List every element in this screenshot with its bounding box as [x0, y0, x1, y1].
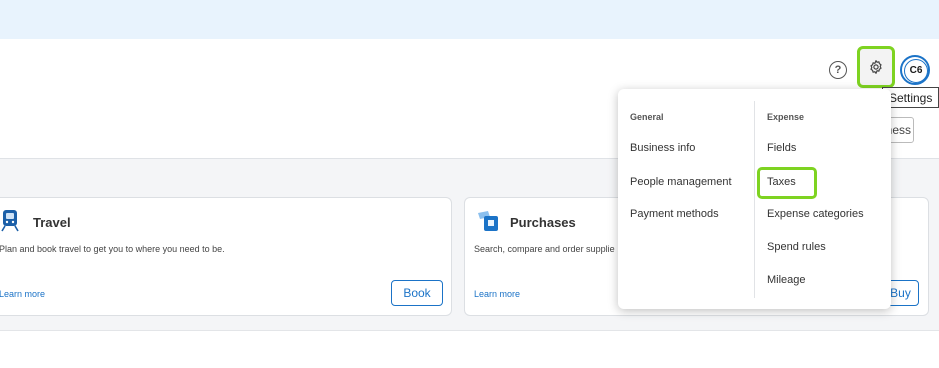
travel-title: Travel	[33, 215, 71, 230]
general-heading: General	[630, 112, 664, 122]
travel-card: Travel Plan and book travel to get you t…	[0, 197, 452, 316]
purchases-learn-more-link[interactable]: Learn more	[474, 289, 520, 299]
menu-item-payment-methods[interactable]: Payment methods	[630, 208, 719, 220]
menu-item-taxes[interactable]: Taxes	[767, 176, 796, 188]
menu-item-expense-categories[interactable]: Expense categories	[767, 208, 864, 220]
bottom-panel	[0, 330, 939, 368]
book-button[interactable]: Book	[391, 280, 443, 306]
help-icon[interactable]: ?	[829, 61, 847, 79]
avatar-initials: C6	[904, 59, 928, 83]
menu-item-fields[interactable]: Fields	[767, 142, 796, 154]
menu-item-people-management[interactable]: People management	[630, 176, 732, 188]
menu-item-mileage[interactable]: Mileage	[767, 274, 806, 286]
purchases-title: Purchases	[510, 215, 576, 230]
travel-description: Plan and book travel to get you to where…	[0, 244, 225, 254]
menu-item-business-info[interactable]: Business info	[630, 142, 695, 154]
purchases-description: Search, compare and order supplie	[474, 244, 615, 254]
user-avatar[interactable]: C6	[900, 55, 930, 85]
settings-dropdown-menu: General Business info People management …	[618, 89, 891, 309]
train-icon	[1, 210, 19, 232]
expense-heading: Expense	[767, 112, 805, 122]
gear-icon	[870, 60, 882, 74]
menu-item-spend-rules[interactable]: Spend rules	[767, 241, 826, 253]
travel-learn-more-link[interactable]: Learn more	[0, 289, 45, 299]
menu-column-divider	[754, 101, 755, 298]
settings-button[interactable]	[857, 46, 895, 88]
top-banner	[0, 0, 939, 39]
shopping-bag-icon	[478, 211, 498, 231]
